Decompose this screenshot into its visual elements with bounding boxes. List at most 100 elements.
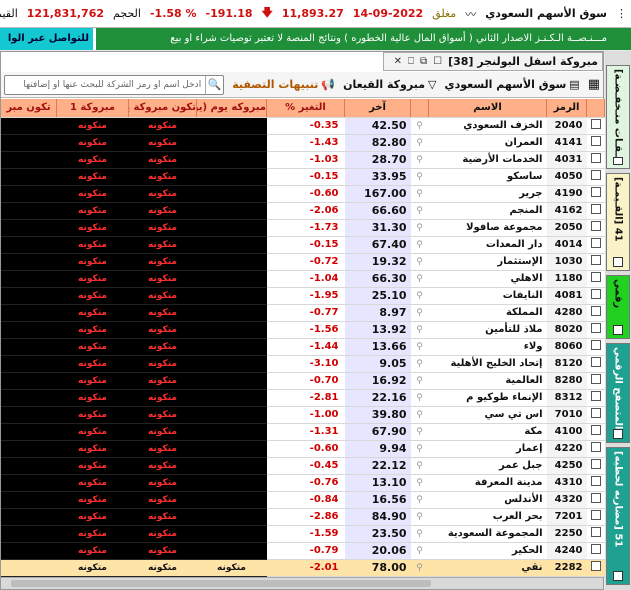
side-tab-digital-browser[interactable]: المتصفح الرقمي [606,343,630,443]
checkbox-icon[interactable] [590,476,601,486]
row-checkbox[interactable] [586,321,605,339]
row-checkbox[interactable] [586,457,605,475]
pin-icon[interactable]: ⚲ [416,155,423,165]
table-row[interactable]: 4100 مكة ⚲ 67.90 1.31- متكونه متكونه [1,423,605,441]
table-row[interactable]: 4310 مدينة المعرفة ⚲ 13.10 0.76- متكونه متكونه [1,474,605,492]
header-change[interactable]: التغير % [266,99,345,118]
row-checkbox[interactable] [586,287,605,305]
row-checkbox[interactable] [586,270,605,288]
pin-icon[interactable]: ⚲ [416,240,423,250]
header-mabrouka1[interactable]: مبروكة 1 [56,99,129,118]
selected-table-row[interactable]: 2282 نقي ⚲ 78.00 2.01- متكونه متكونه متكونه [1,559,605,577]
filter-button[interactable]: ▽ مبروكة القيعان [343,78,436,91]
table-row[interactable]: 8312 الإنماء طوكيو م ⚲ 22.16 2.81- متكونه متكو… [1,389,605,407]
pin-icon[interactable]: ⚲ [416,444,423,454]
pin-icon[interactable]: ⚲ [416,410,423,420]
market-menu-icon[interactable]: ⋮ [616,7,627,20]
table-row[interactable]: 1180 الاهلي ⚲ 66.30 1.04- متكونه متكونه [1,270,605,288]
search-icon[interactable]: 🔍 [205,75,223,94]
checkbox-icon[interactable] [590,204,601,214]
table-row[interactable]: 8060 ولاء ⚲ 13.66 1.44- متكونه متكونه [1,338,605,356]
checkbox-icon[interactable] [590,340,601,350]
checkbox-icon[interactable] [590,442,601,452]
pin-icon[interactable]: ⚲ [416,529,423,539]
table-row[interactable]: 4162 المنجم ⚲ 66.60 2.06- متكونه متكونه [1,202,605,220]
pin-icon[interactable]: ⚲ [416,172,423,182]
pin-icon[interactable]: ⚲ [416,478,423,488]
table-row[interactable]: 4141 العمران ⚲ 82.80 1.43- متكونه متكونه [1,134,605,152]
table-row[interactable]: 4050 ساسكو ⚲ 33.95 0.15- متكونه متكونه [1,168,605,186]
table-row[interactable]: 7201 بحر العرب ⚲ 84.90 2.86- متكونه متكونه [1,508,605,526]
row-checkbox[interactable] [586,525,605,543]
checkbox-icon[interactable] [590,187,601,197]
checkbox-icon[interactable] [590,544,601,554]
pin-icon[interactable]: ⚲ [416,138,423,148]
table-row[interactable]: 4240 الحكير ⚲ 20.06 0.79- متكونه متكونه [1,542,605,560]
row-checkbox[interactable] [586,559,605,577]
checkbox-icon[interactable] [590,561,601,571]
pin-icon[interactable]: ⚲ [416,257,423,267]
pin-icon[interactable]: ⚲ [416,342,423,352]
pin-icon[interactable]: ⚲ [416,274,423,284]
alerts-button[interactable]: 📢 تنبيهات التصفية [232,78,335,91]
maximize-icon[interactable]: ☐ [433,56,442,67]
side-tab-digital[interactable]: رقمي [606,275,630,339]
header-tkon-m[interactable]: تكون مبر [1,99,57,118]
table-row[interactable]: 8120 إتحاد الخليج الأهلية ⚲ 9.05 3.10- متكونه… [1,355,605,373]
minimize-icon[interactable]: ⎕ [408,56,414,67]
table-row[interactable]: 4280 المملكة ⚲ 8.97 0.77- متكونه متكونه [1,304,605,322]
checkbox-icon[interactable] [590,272,601,282]
row-checkbox[interactable] [586,440,605,458]
table-row[interactable]: 2050 مجموعة صافولا ⚲ 31.30 1.73- متكونه متكونه [1,219,605,237]
header-symbol[interactable]: الرمز [546,99,587,118]
market-name[interactable]: سوق الأسهم السعودي [485,7,607,20]
checkbox-icon[interactable] [590,425,601,435]
row-checkbox[interactable] [586,117,605,135]
checkbox-icon[interactable] [590,374,601,384]
side-tab-intraday[interactable]: [مضاربه لحظيه] 51 [606,447,630,585]
checkbox-icon[interactable] [590,391,601,401]
market-selector[interactable]: ▤ سوق الأسهم السعودي [444,78,579,91]
side-tab-low-trades[interactable]: [صـفــقـات منـخفـضـة] 5 [606,65,630,169]
row-checkbox[interactable] [586,474,605,492]
table-row[interactable]: 4220 إعمار ⚲ 9.94 0.60- متكونه متكونه [1,440,605,458]
row-checkbox[interactable] [586,185,605,203]
scroll-thumb[interactable] [11,580,431,587]
row-checkbox[interactable] [586,253,605,271]
pin-icon[interactable]: ⚲ [416,308,423,318]
pin-icon[interactable]: ⚲ [416,121,423,131]
table-row[interactable]: 8280 العالمية ⚲ 16.92 0.70- متكونه متكونه [1,372,605,390]
row-checkbox[interactable] [586,423,605,441]
checkbox-icon[interactable] [590,527,601,537]
checkbox-icon[interactable] [590,459,601,469]
checkbox-icon[interactable] [590,221,601,231]
search-box[interactable]: 🔍 ادخل اسم أو رمز الشركة للبحث عنها أو إ… [4,74,225,95]
checkbox-icon[interactable] [590,493,601,503]
checkbox-icon[interactable] [590,170,601,180]
header-tkon-day[interactable]: تكون مبروكة يوم [128,99,197,118]
table-row[interactable]: 4014 دار المعدات ⚲ 67.40 0.15- متكونه متكونه [1,236,605,254]
table-row[interactable]: 4320 الأندلس ⚲ 16.56 0.84- متكونه متكونه [1,491,605,509]
pin-icon[interactable]: ⚲ [416,512,423,522]
row-checkbox[interactable] [586,542,605,560]
pin-icon[interactable]: ⚲ [416,325,423,335]
pin-icon[interactable]: ⚲ [416,393,423,403]
row-checkbox[interactable] [586,304,605,322]
row-checkbox[interactable] [586,491,605,509]
checkbox-icon[interactable] [590,238,601,248]
table-row[interactable]: 4031 الخدمات الأرضية ⚲ 28.70 1.03- متكونه متكو… [1,151,605,169]
table-row[interactable]: 2250 المجموعة السعودية ⚲ 23.50 1.59- متكونه مت… [1,525,605,543]
pin-icon[interactable]: ⚲ [416,291,423,301]
checkbox-icon[interactable] [590,255,601,265]
table-row[interactable]: 2040 الخزف السعودي ⚲ 42.50 0.35- متكونه متكونه [1,117,605,135]
header-weekly[interactable]: مبروكه يوم (يوم) [196,99,267,118]
search-input[interactable]: ادخل اسم أو رمز الشركة للبحث عنها أو إضا… [5,80,205,90]
row-checkbox[interactable] [586,219,605,237]
pin-icon[interactable]: ⚲ [416,546,423,556]
table-row[interactable]: 1030 الإستثمار ⚲ 19.32 0.72- متكونه متكونه [1,253,605,271]
header-name[interactable]: الاسم [428,99,547,118]
side-tab-value[interactable]: [القـيمـة] 41 [606,173,630,271]
checkbox-icon[interactable] [590,408,601,418]
pin-icon[interactable]: ⚲ [416,495,423,505]
checkbox-icon[interactable] [590,357,601,367]
